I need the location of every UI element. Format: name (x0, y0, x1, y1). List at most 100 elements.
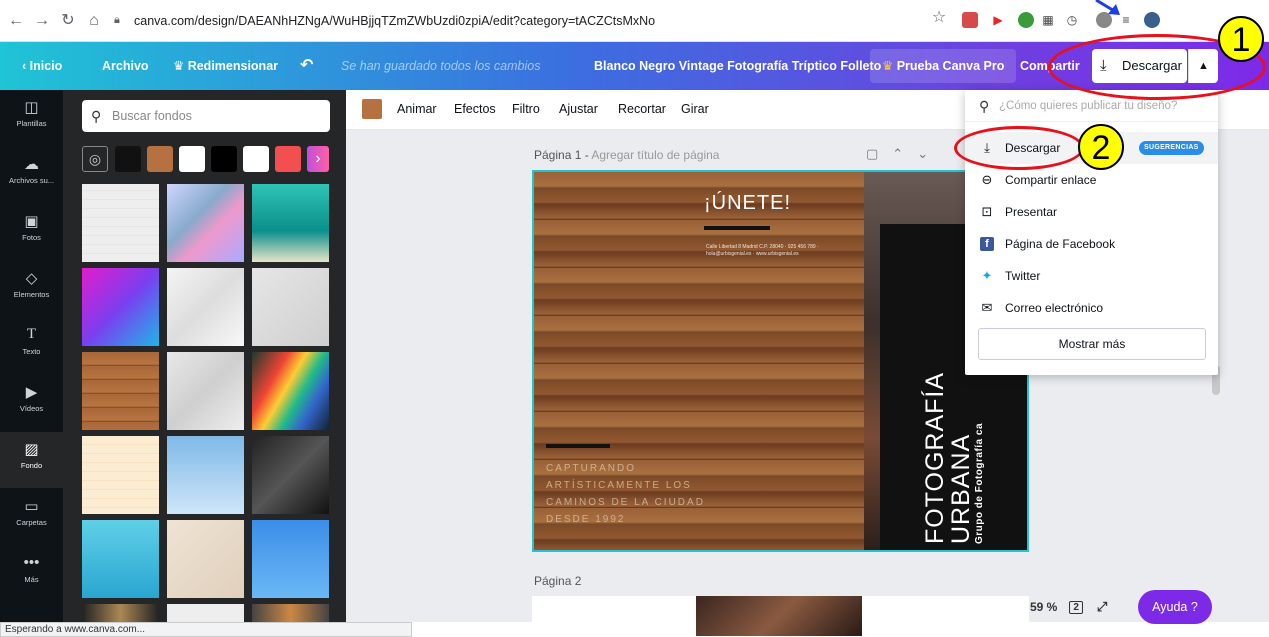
resize-button[interactable]: ♛ Redimensionar (173, 42, 278, 90)
page-1[interactable]: ¡ÚNETE! Calle Libertad 8 Madrid C.P. 280… (532, 170, 1029, 552)
publish-search-placeholder: ¿Cómo quieres publicar tu diseño? (999, 100, 1178, 112)
zoom-level[interactable]: 59 % (1030, 600, 1057, 614)
grid-extension-icon[interactable]: ▦ (1040, 12, 1056, 28)
sidebar-label: Más (24, 575, 39, 584)
mail-icon: ✉ (981, 300, 993, 315)
sidebar-item-videos[interactable]: ▶ Vídeos (0, 375, 63, 431)
color-swatch[interactable] (243, 146, 269, 172)
background-thumbnail[interactable] (167, 352, 244, 430)
design-title[interactable]: Blanco Negro Vintage Fotografía Tríptico… (594, 42, 881, 90)
background-thumbnail[interactable] (252, 436, 329, 514)
animate-button[interactable]: Animar (397, 90, 437, 130)
menu-item-label: Twitter (1005, 269, 1041, 283)
zoom-controls: 59 % 2 ⤢ (1030, 592, 1107, 622)
background-thumbnail[interactable] (252, 352, 329, 430)
home-icon[interactable]: ⌂ (84, 11, 104, 31)
background-thumbnail[interactable] (82, 268, 159, 346)
page-count-icon[interactable]: 2 (1069, 600, 1083, 614)
background-thumbnail[interactable] (252, 520, 329, 598)
sidebar-item-uploads[interactable]: ☁ Archivos su... (0, 147, 63, 203)
background-thumbnail[interactable] (167, 604, 244, 622)
background-thumbnail[interactable] (82, 436, 159, 514)
menu-item-email[interactable]: ✉ Correo electrónico (965, 292, 1218, 324)
profile-avatar[interactable] (1144, 12, 1160, 28)
effects-button[interactable]: Efectos (454, 90, 496, 130)
reload-icon[interactable]: ↻ (58, 11, 78, 31)
timer-extension-icon[interactable]: ◷ (1064, 12, 1080, 28)
sidebar-item-folders[interactable]: ▭ Carpetas (0, 489, 63, 545)
background-thumbnail[interactable] (167, 520, 244, 598)
sidebar-item-photos[interactable]: ▣ Fotos (0, 204, 63, 260)
file-menu[interactable]: Archivo (102, 42, 149, 90)
note-icon[interactable]: ▢ (866, 146, 892, 161)
back-icon[interactable]: ← (6, 11, 26, 31)
chevron-right-icon[interactable]: › (307, 146, 329, 172)
crop-button[interactable]: Recortar (618, 90, 666, 130)
background-thumbnail[interactable] (82, 352, 159, 430)
sidebar-item-text[interactable]: T Texto (0, 318, 63, 374)
background-thumbnail[interactable] (252, 604, 329, 622)
color-swatch[interactable] (147, 146, 173, 172)
tagline-text[interactable]: CAPTURANDO ARTÍSTICAMENTE LOS CAMINOS DE… (546, 460, 706, 528)
vertical-title[interactable]: FOTOGRAFÍA URBANA Grupo de Fotografía ca (921, 372, 986, 544)
page-2-label: Página 2 (534, 574, 582, 588)
rotate-button[interactable]: Girar (681, 90, 709, 130)
extension-icon[interactable] (962, 12, 978, 28)
menu-item-present[interactable]: ⊡ Presentar (965, 196, 1218, 228)
menu-item-twitter[interactable]: ✦ Twitter (965, 260, 1218, 292)
help-button[interactable]: Ayuda ? (1138, 590, 1212, 624)
sidebar-label: Elementos (13, 290, 50, 299)
join-heading[interactable]: ¡ÚNETE! (704, 192, 791, 215)
play-extension-icon[interactable]: ▶ (990, 12, 1006, 28)
contact-text[interactable]: Calle Libertad 8 Madrid C.P. 28040 · 925… (706, 244, 846, 258)
title-line-3: Grupo de Fotografía ca (974, 422, 985, 544)
templates-icon: ◫ (24, 99, 39, 116)
bookmark-star-icon[interactable]: ☆ (931, 10, 947, 26)
background-search-input[interactable]: ⚲ Buscar fondos (82, 100, 330, 132)
page-1-title: Página 1 - (534, 148, 589, 162)
page-2-photo[interactable] (696, 596, 862, 636)
page-2[interactable] (532, 596, 1029, 636)
browser-toolbar: ← → ↻ ⌂ 🔒︎ canva.com/design/DAEANhHZNgA/… (0, 0, 1269, 42)
page-1-label: Página 1 - Agregar título de página (534, 148, 719, 162)
background-thumbnail[interactable] (167, 268, 244, 346)
home-button[interactable]: ‹ Inicio (22, 42, 62, 90)
forward-icon[interactable]: → (32, 11, 52, 31)
filter-button[interactable]: Filtro (512, 90, 540, 130)
text-icon: T (26, 326, 37, 342)
sidebar-item-templates[interactable]: ◫ Plantillas (0, 90, 63, 146)
color-swatch[interactable] (115, 146, 141, 172)
background-thumbnail[interactable] (167, 184, 244, 262)
background-thumbnail[interactable] (82, 604, 159, 622)
sidebar-item-background[interactable]: ▨ Fondo (0, 432, 63, 488)
menu-item-facebook[interactable]: f Página de Facebook (965, 228, 1218, 260)
background-thumbnail[interactable] (82, 520, 159, 598)
annotation-step-2: 2 (1078, 124, 1124, 170)
sidebar: ◫ Plantillas ☁ Archivos su... ▣ Fotos ◇ Elem… (0, 90, 63, 622)
color-swatch[interactable] (179, 146, 205, 172)
color-swatch[interactable] (275, 146, 301, 172)
extension-icon[interactable] (1018, 12, 1034, 28)
background-thumbnail[interactable] (82, 184, 159, 262)
sidebar-item-more[interactable]: ••• Más (0, 546, 63, 602)
video-icon: ▶ (25, 384, 38, 401)
sidebar-item-elements[interactable]: ◇ Elementos (0, 261, 63, 317)
background-thumbnail[interactable] (167, 436, 244, 514)
fullscreen-icon[interactable]: ⤢ (1097, 599, 1107, 615)
background-color-button[interactable] (362, 99, 382, 119)
try-pro-button[interactable]: ♛ Prueba Canva Pro (870, 49, 1017, 83)
color-picker-icon[interactable]: ◎ (82, 146, 108, 172)
present-icon: ⊡ (981, 204, 993, 219)
show-more-button[interactable]: Mostrar más (978, 328, 1206, 360)
color-swatch[interactable] (211, 146, 237, 172)
folder-icon: ▭ (24, 498, 39, 515)
address-bar[interactable]: 🔒︎ canva.com/design/DAEANhHZNgA/WuHBjjqT… (114, 8, 874, 34)
background-thumbnail[interactable] (252, 268, 329, 346)
chevron-down-icon[interactable]: ⌄ (917, 146, 942, 161)
undo-icon[interactable]: ↶ (300, 42, 313, 90)
adjust-button[interactable]: Ajustar (559, 90, 598, 130)
add-page-title[interactable]: Agregar título de página (591, 148, 719, 162)
chevron-up-icon[interactable]: ⌃ (892, 146, 917, 161)
title-line-2: URBANA (947, 433, 975, 544)
background-thumbnail[interactable] (252, 184, 329, 262)
